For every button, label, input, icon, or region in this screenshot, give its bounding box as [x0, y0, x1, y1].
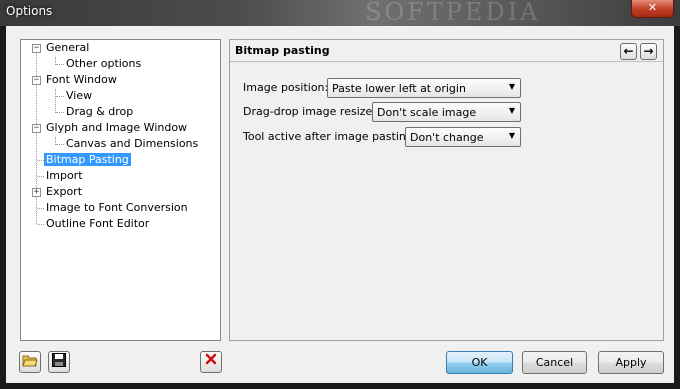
tree-item-label: Other options [66, 57, 142, 70]
tree-item-outline-font-editor[interactable]: Outline Font Editor [44, 216, 151, 232]
tree-item-font-window[interactable]: Font Window [44, 72, 119, 88]
panel-title: Bitmap pasting [235, 44, 330, 57]
apply-button[interactable]: Apply [598, 351, 664, 374]
tree-item-label: Image to Font Conversion [46, 201, 188, 214]
expander-font-window[interactable]: − [32, 76, 41, 85]
cancel-button[interactable]: Cancel [522, 351, 587, 374]
arrow-right-icon: → [643, 44, 654, 58]
close-button[interactable]: ✕ [631, 0, 674, 18]
settings-panel: Bitmap pasting ← → Image position: Paste… [229, 39, 664, 341]
tree-item-drag-drop[interactable]: Drag & drop [64, 104, 135, 120]
expander-export[interactable]: + [32, 188, 41, 197]
delete-x-icon [205, 353, 217, 365]
open-button[interactable] [19, 351, 41, 373]
tree-item-label: Export [46, 185, 83, 198]
tree-item-bitmap-pasting[interactable]: Bitmap Pasting [44, 152, 131, 168]
tree-item-label: Drag & drop [66, 105, 134, 118]
tree-item-export[interactable]: Export [44, 184, 84, 200]
tree-item-label: Outline Font Editor [46, 217, 150, 230]
chevron-down-icon: ▼ [508, 106, 515, 115]
tree-guide-canvas-h [56, 144, 64, 145]
chevron-down-icon: ▼ [508, 131, 515, 140]
panel-header: Bitmap pasting ← → [230, 40, 663, 62]
tool-active-label: Tool active after image pasting: [243, 130, 417, 143]
tree-guide-view-h [56, 96, 64, 97]
softpedia-watermark: SOFTPEDIA [365, 0, 541, 26]
tree-item-label: View [66, 89, 93, 102]
chevron-down-icon: ▼ [508, 82, 515, 91]
drag-drop-resize-label: Drag-drop image resize: [243, 105, 376, 118]
delete-button[interactable] [200, 351, 222, 373]
dialog-client: − − − + General Other options Font Windo… [6, 26, 674, 383]
tree-item-other-options[interactable]: Other options [64, 56, 143, 72]
tool-active-select[interactable]: Don't change ▼ [405, 127, 521, 147]
tree-item-glyph-image-window[interactable]: Glyph and Image Window [44, 120, 189, 136]
options-tree[interactable]: − − − + General Other options Font Windo… [20, 39, 221, 341]
tree-guide-outline-h [37, 224, 44, 225]
tree-item-view[interactable]: View [64, 88, 94, 104]
window-title: Options [6, 4, 53, 18]
image-position-label: Image position: [243, 81, 329, 94]
tree-guide-general-h [56, 64, 64, 65]
tree-item-label: Canvas and Dimensions [66, 137, 199, 150]
tree-item-image-to-font-conversion[interactable]: Image to Font Conversion [44, 200, 190, 216]
tree-item-import[interactable]: Import [44, 168, 85, 184]
tree-guide-image-font-h [37, 208, 44, 209]
image-position-value: Paste lower left at origin [332, 82, 466, 95]
tree-guide-import-h [37, 176, 44, 177]
title-bar[interactable]: Options SOFTPEDIA ✕ [0, 0, 680, 26]
expander-general[interactable]: − [32, 44, 41, 53]
back-button[interactable]: ← [620, 43, 637, 60]
tree-item-label: Bitmap Pasting [44, 153, 131, 166]
tree-item-label: General [46, 41, 90, 54]
options-window: Options SOFTPEDIA ✕ − − − + General Othe… [0, 0, 680, 389]
tree-item-label: Import [46, 169, 83, 182]
tool-active-value: Don't change [410, 131, 484, 144]
tree-guide-bitmap-h [37, 160, 44, 161]
expander-glyph-image-window[interactable]: − [32, 124, 41, 133]
floppy-disk-icon [52, 353, 66, 367]
tree-item-label: Font Window [46, 73, 117, 86]
tree-item-label: Glyph and Image Window [46, 121, 188, 134]
drag-drop-resize-select[interactable]: Don't scale image ▼ [372, 102, 521, 122]
drag-drop-resize-value: Don't scale image [377, 106, 477, 119]
tree-item-general[interactable]: General [44, 40, 91, 56]
arrow-left-icon: ← [623, 44, 634, 58]
folder-open-icon [22, 355, 38, 367]
image-position-select[interactable]: Paste lower left at origin ▼ [327, 78, 521, 98]
save-button[interactable] [48, 351, 70, 373]
forward-button[interactable]: → [640, 43, 657, 60]
ok-button[interactable]: OK [446, 351, 513, 374]
tree-guide-font-window [55, 89, 56, 113]
tree-guide-dragdrop-h [56, 112, 64, 113]
tree-item-canvas-dimensions[interactable]: Canvas and Dimensions [64, 136, 200, 152]
